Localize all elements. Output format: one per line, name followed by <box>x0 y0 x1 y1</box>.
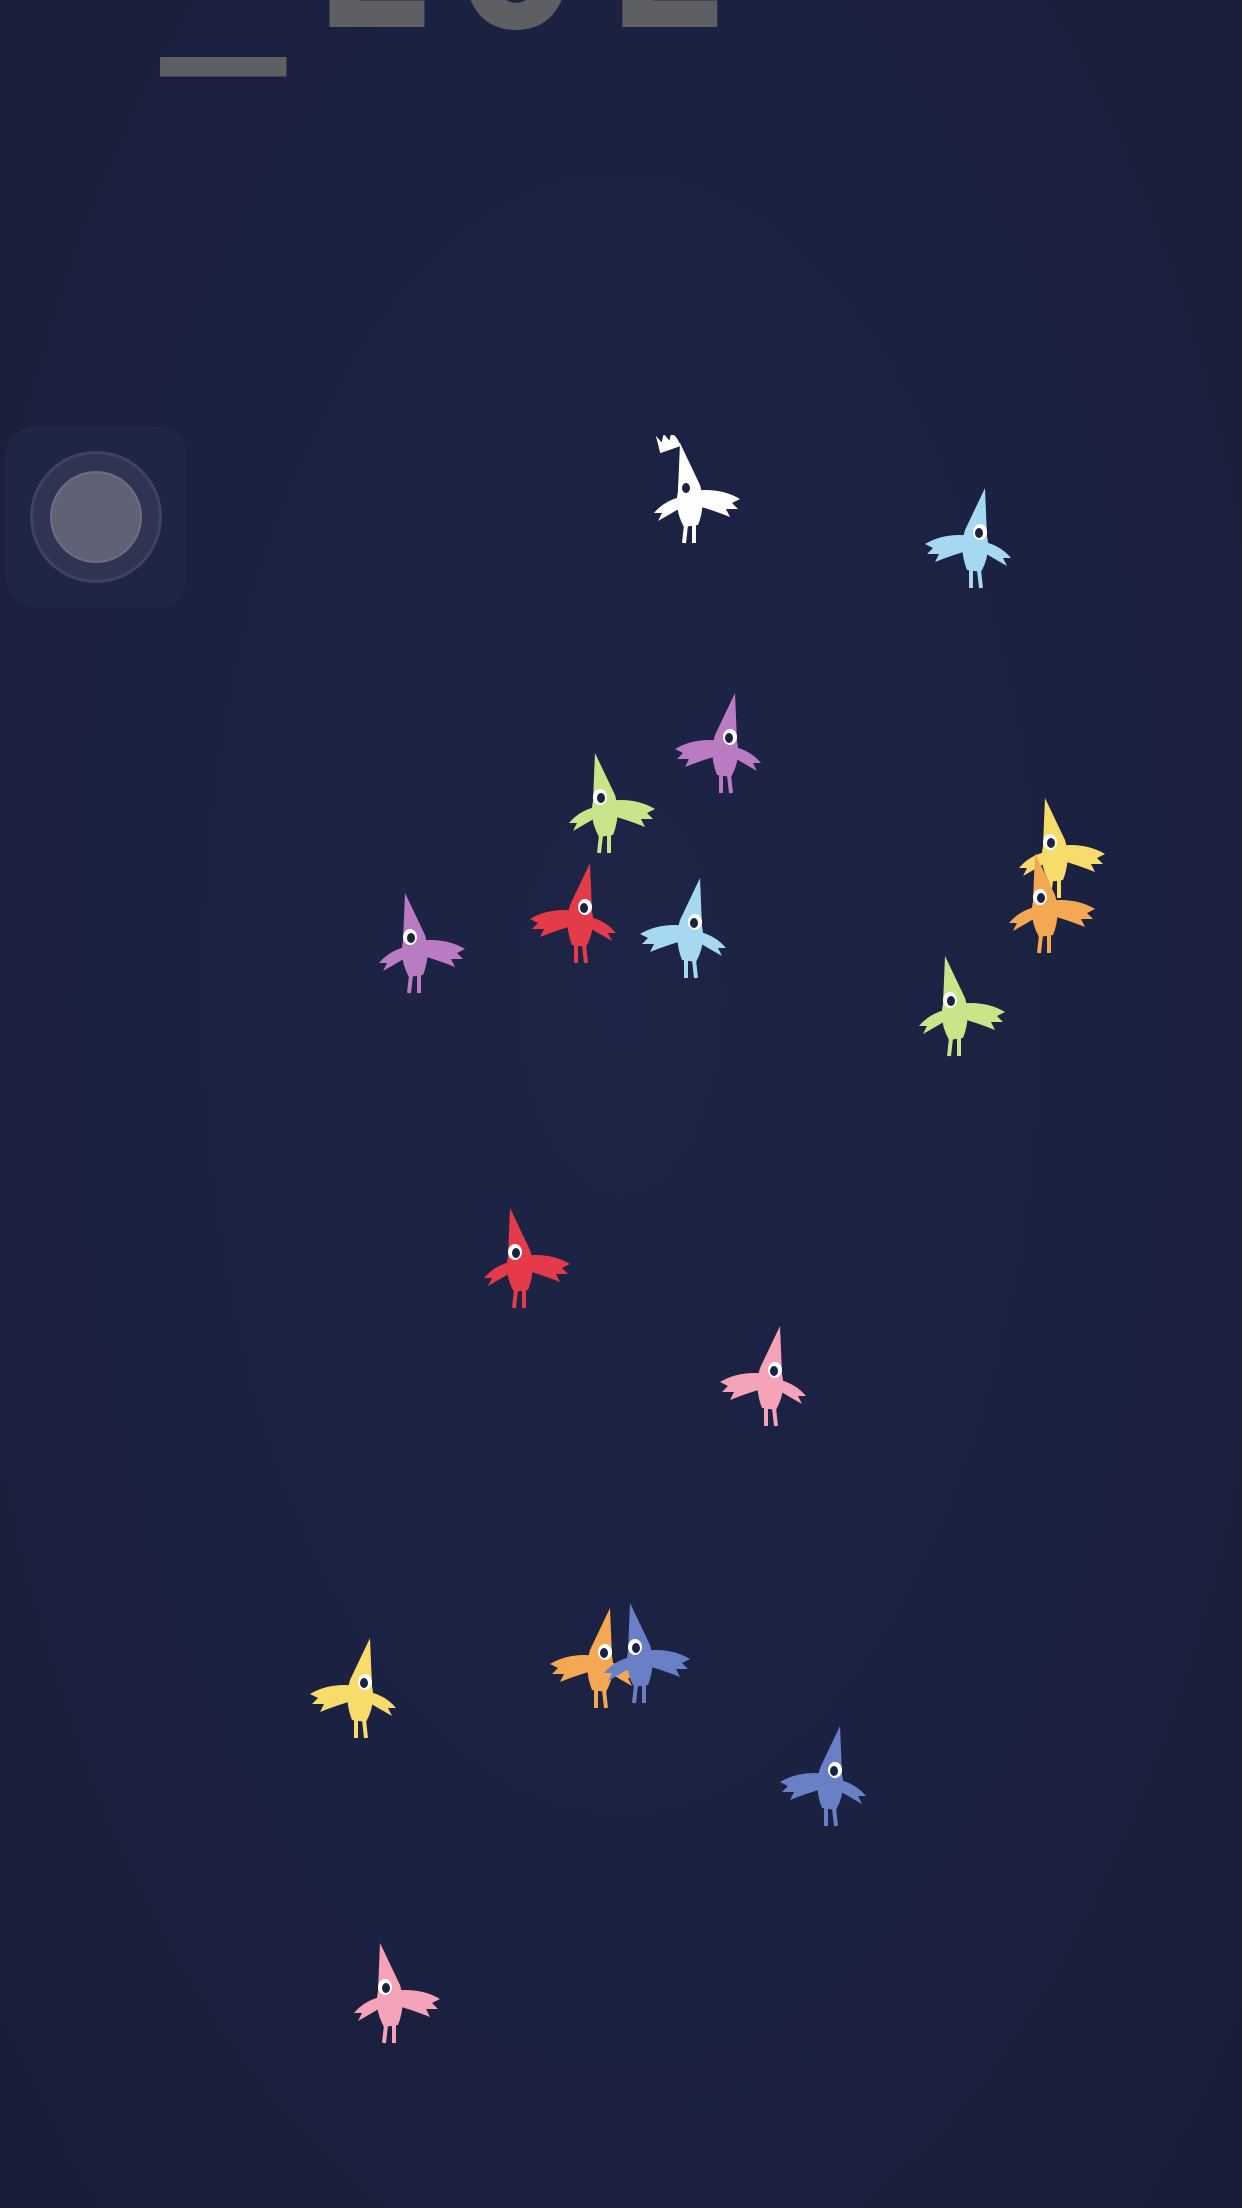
bird-sprite <box>379 893 465 994</box>
bird-sprite <box>919 956 1005 1057</box>
bird-orange-1 <box>995 845 1105 965</box>
bird-yellow-2 <box>300 1630 410 1750</box>
bird-sprite <box>604 1603 690 1704</box>
joystick-pad[interactable] <box>6 427 186 607</box>
bird-lime-1 <box>555 745 665 865</box>
bird-white-crown <box>640 431 750 555</box>
bird-sprite <box>780 1726 866 1827</box>
bird-sprite <box>925 488 1011 589</box>
diamond-tile <box>440 0 840 120</box>
bird-sprite <box>310 1638 396 1739</box>
bird-sprite <box>1009 853 1095 954</box>
bird-sprite <box>640 878 726 979</box>
bird-blue-2 <box>770 1718 880 1838</box>
bird-sprite <box>720 1326 806 1427</box>
bird-sprite <box>675 693 761 794</box>
bird-sprite <box>654 431 740 544</box>
bird-red-2 <box>470 1200 580 1320</box>
bird-pink-2 <box>340 1935 450 2055</box>
bird-lime-2 <box>905 948 1015 1068</box>
bird-sprite <box>530 863 616 964</box>
game-stage[interactable]: _LOL <box>0 0 1242 2208</box>
bird-sprite <box>354 1943 440 2044</box>
bird-purple-2 <box>365 885 475 1005</box>
bird-sprite <box>484 1208 570 1309</box>
bird-light-blue-2 <box>630 870 740 990</box>
bird-red-1 <box>520 855 630 975</box>
bird-pink-1 <box>710 1318 820 1438</box>
bird-purple-1 <box>665 685 775 805</box>
bird-sprite <box>569 753 655 854</box>
crown-icon <box>655 431 682 454</box>
joystick-icon[interactable] <box>52 473 140 561</box>
bird-blue-1 <box>590 1595 700 1715</box>
bird-light-blue-1 <box>915 480 1025 600</box>
